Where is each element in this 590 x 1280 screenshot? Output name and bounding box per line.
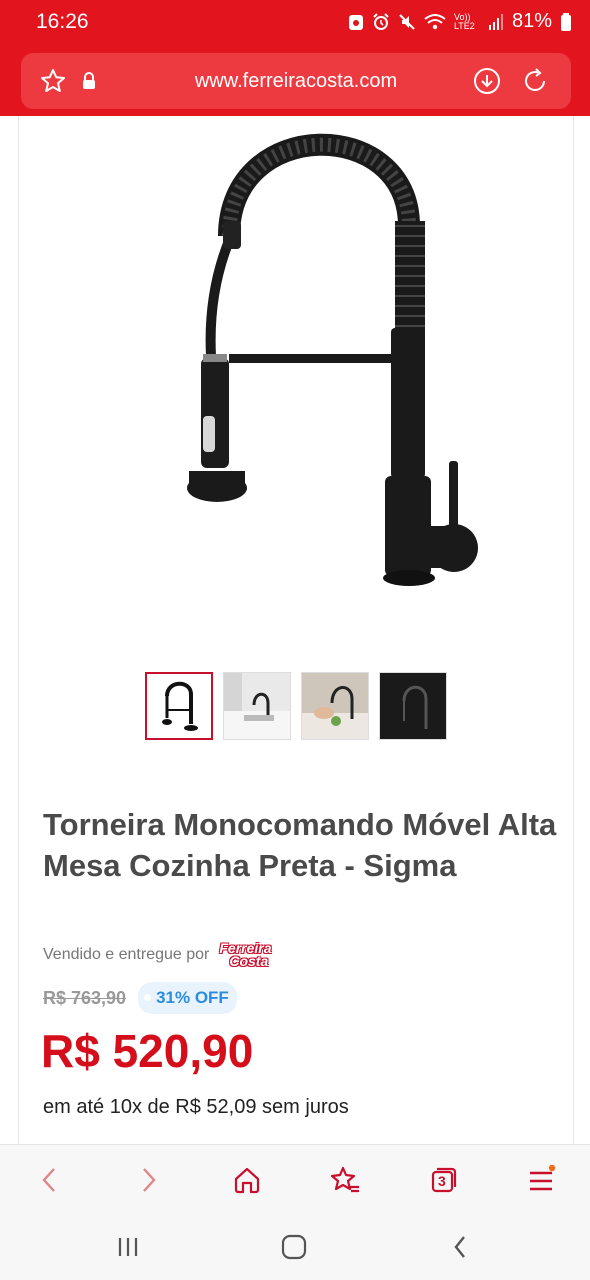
back-button[interactable] — [30, 1161, 68, 1199]
current-price: R$ 520,90 — [41, 1025, 254, 1077]
browser-toolbar: 3 — [0, 1144, 590, 1214]
back-arrow-icon — [454, 1236, 465, 1258]
bookmarks-button[interactable] — [326, 1161, 364, 1199]
tabs-button[interactable]: 3 — [424, 1161, 462, 1199]
thumbnail-4[interactable] — [379, 672, 447, 740]
status-time: 16:26 — [36, 10, 89, 33]
thumbnail-3[interactable] — [301, 672, 369, 740]
home-circle-icon — [281, 1234, 307, 1260]
old-price: R$ 763,90 — [43, 987, 127, 1008]
home-button[interactable] — [228, 1161, 266, 1199]
wifi-icon — [424, 13, 446, 29]
bookmarks-star-icon — [330, 1166, 359, 1193]
discount-badge: 31% OFF — [138, 982, 237, 1014]
address-bar[interactable]: www.ferreiracosta.com — [21, 53, 571, 109]
tabs-count: 3 — [438, 1173, 446, 1189]
menu-icon — [530, 1165, 556, 1191]
home-icon — [234, 1167, 260, 1194]
seller-info: Vendido e entregue por Ferreira Costa — [43, 941, 272, 969]
dark-thumbnail-icon — [380, 673, 446, 739]
product-title: Torneira Monocomando Móvel Alta Mesa Coz… — [43, 807, 557, 883]
mute-icon — [399, 13, 415, 30]
status-bar: 16:26 Vo)) LTE2 81% — [0, 0, 590, 46]
thumbnail-gallery — [145, 672, 447, 740]
forward-button[interactable] — [130, 1161, 168, 1199]
chevron-right-icon — [143, 1168, 156, 1192]
signal-icon — [488, 13, 503, 30]
thumbnail-1[interactable] — [145, 672, 213, 740]
seller-logo-line2: Costa — [229, 953, 269, 969]
chevron-left-icon — [42, 1168, 55, 1192]
old-price-row: R$ 763,90 31% OFF — [43, 982, 237, 1014]
product-page: Torneira Monocomando Móvel Alta Mesa Coz… — [18, 116, 574, 1144]
browser-header: www.ferreiracosta.com — [0, 46, 590, 116]
menu-button[interactable] — [522, 1161, 560, 1199]
notification-icon — [348, 14, 363, 30]
back-nav-button[interactable] — [442, 1232, 478, 1262]
thumbnail-2[interactable] — [223, 672, 291, 740]
battery-icon — [561, 12, 571, 31]
washing-thumbnail-icon — [302, 673, 368, 739]
recent-apps-icon — [118, 1238, 138, 1256]
network-label: Vo)) LTE2 — [453, 11, 475, 31]
download-icon[interactable] — [473, 67, 501, 95]
alarm-icon — [373, 12, 389, 30]
product-image[interactable] — [159, 126, 479, 596]
status-icons: Vo)) LTE2 81% — [348, 10, 572, 33]
recent-apps-button[interactable] — [110, 1232, 146, 1262]
seller-label: Vendido e entregue por — [43, 946, 210, 963]
home-nav-button[interactable] — [276, 1232, 312, 1262]
battery-percent: 81% — [511, 10, 552, 32]
faucet-thumbnail-icon — [147, 674, 211, 738]
system-nav-bar — [0, 1214, 590, 1280]
installments-text: em até 10x de R$ 52,09 sem juros — [43, 1096, 349, 1118]
seller-logo[interactable]: Ferreira Costa — [219, 941, 271, 969]
kitchen-thumbnail-icon — [224, 673, 290, 739]
reload-icon[interactable] — [521, 67, 549, 95]
